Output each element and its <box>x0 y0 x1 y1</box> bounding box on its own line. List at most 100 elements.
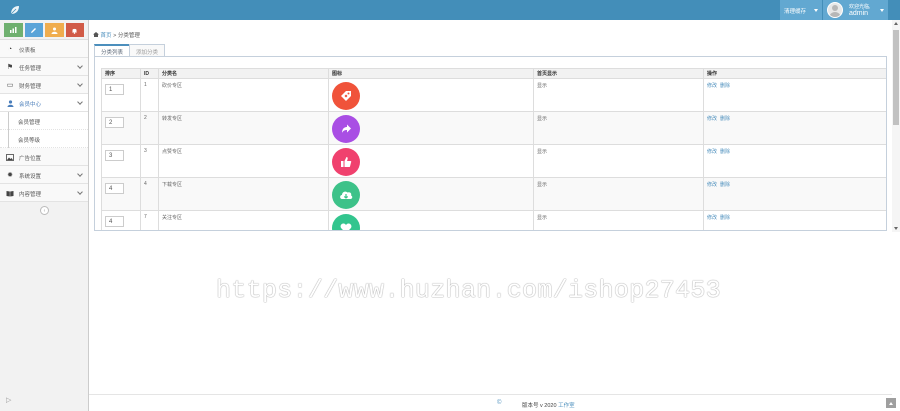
category-id: 1 <box>140 78 159 112</box>
sidebar-item-settings[interactable]: ✹ 系统设置 <box>0 166 88 184</box>
sidebar-item-label: 内容管理 <box>19 192 42 198</box>
category-id: 4 <box>140 177 159 211</box>
edit-link[interactable]: 修改 <box>707 83 717 89</box>
homepage-display: 显示 <box>533 111 704 145</box>
users-icon <box>51 27 58 34</box>
edit-link[interactable]: 修改 <box>707 116 717 122</box>
shortcut-users-button[interactable] <box>45 23 64 37</box>
table-row: 4 4 下载专区 显示 修改 删除 <box>101 177 886 211</box>
delete-link[interactable]: 删除 <box>720 83 730 89</box>
category-name: 砍价专区 <box>158 78 329 112</box>
watermark-text: https://www.huzhan.com/ishop27453 <box>216 276 721 305</box>
sidebar-item-finance[interactable]: ▭ 财务管理 <box>0 76 88 94</box>
category-id: 2 <box>140 111 159 145</box>
user-icon <box>6 99 14 107</box>
edit-link[interactable]: 修改 <box>707 149 717 155</box>
sidebar-item-label: 仪表板 <box>19 48 36 54</box>
avatar <box>827 2 843 18</box>
homepage-display: 显示 <box>533 177 704 211</box>
sidebar-collapse-button[interactable]: ‹ <box>40 206 49 215</box>
wallet-icon: ▭ <box>6 82 14 89</box>
table-row: 1 1 砍价专区 显示 修改 删除 <box>101 78 886 112</box>
scroll-down-icon[interactable] <box>894 227 898 230</box>
back-to-top-button[interactable] <box>886 398 896 408</box>
sidebar-subitem-member-level[interactable]: 会员等级 <box>0 130 88 148</box>
caret-down-icon <box>814 9 818 12</box>
delete-link[interactable]: 删除 <box>720 215 730 221</box>
edit-link[interactable]: 修改 <box>707 215 717 221</box>
delete-link[interactable]: 删除 <box>720 149 730 155</box>
dashboard-icon: ◔ <box>7 45 13 53</box>
delete-link[interactable]: 删除 <box>720 116 730 122</box>
category-id: 7 <box>140 210 159 230</box>
homepage-display: 显示 <box>533 210 704 230</box>
sidebar-item-label: 系统设置 <box>19 174 42 180</box>
footer: © 版本号 v 2020 工作室 <box>89 394 892 411</box>
category-name: 转发专区 <box>158 111 329 145</box>
chevron-down-icon <box>77 189 83 195</box>
gear-icon: ✹ <box>7 172 13 179</box>
shortcut-edit-button[interactable] <box>24 23 43 37</box>
column-header[interactable]: 排序 <box>101 68 141 79</box>
vertical-scrollbar[interactable] <box>892 20 900 232</box>
sidebar-item-label: 任务管理 <box>19 66 42 72</box>
breadcrumb-current: 分类管理 <box>117 33 140 39</box>
column-header[interactable]: ID <box>140 68 159 79</box>
flag-icon: ⚑ <box>6 64 14 71</box>
username: admin <box>849 10 869 17</box>
sidebar-subitem-label: 会员等级 <box>18 138 41 144</box>
column-header[interactable]: 分类名 <box>158 68 329 79</box>
sort-input[interactable]: 4 <box>105 183 124 194</box>
breadcrumb: 首页 > 分类管理 <box>93 31 140 39</box>
sidebar-item-ads[interactable]: 广告位置 <box>0 148 88 166</box>
scroll-up-icon[interactable] <box>894 22 898 25</box>
homepage-display: 显示 <box>533 144 704 178</box>
user-menu[interactable]: 欢迎光临, admin <box>823 0 888 20</box>
pencil-icon <box>31 27 37 33</box>
shortcut-stats-button[interactable] <box>4 23 23 37</box>
clear-cache-label: 清理缓存 <box>784 9 807 15</box>
breadcrumb-separator: > <box>113 33 117 39</box>
sidebar-item-dashboard[interactable]: ◔ 仪表板 <box>0 40 88 58</box>
leaf-logo-icon[interactable] <box>10 5 20 15</box>
welcome-text: 欢迎光临, <box>849 4 871 10</box>
sidebar-item-tasks[interactable]: ⚑ 任务管理 <box>0 58 88 76</box>
bell-icon <box>72 28 78 34</box>
sort-input[interactable]: 2 <box>105 117 124 128</box>
chevron-down-icon <box>77 99 83 105</box>
sidebar-item-members[interactable]: 会员中心 <box>0 94 88 112</box>
book-icon <box>6 189 14 197</box>
heart-icon <box>332 214 360 230</box>
breadcrumb-home-link[interactable]: 首页 <box>93 32 113 39</box>
table-row: 4 7 关注专区 显示 修改 删除 <box>101 210 886 230</box>
picture-icon <box>6 153 14 161</box>
chevron-down-icon <box>77 81 83 87</box>
edit-link[interactable]: 修改 <box>707 182 717 188</box>
chevron-left-icon: ‹ <box>43 207 46 214</box>
sort-input[interactable]: 3 <box>105 150 124 161</box>
sidebar-item-content[interactable]: 内容管理 <box>0 184 88 202</box>
sort-input[interactable]: 4 <box>105 216 124 227</box>
chevron-down-icon <box>77 171 83 177</box>
category-name: 下载专区 <box>158 177 329 211</box>
studio-link[interactable]: 工作室 <box>558 403 575 409</box>
sidebar-subitem-member-manage[interactable]: 会员管理 <box>0 112 88 130</box>
table-row: 2 2 转发专区 显示 修改 删除 <box>101 111 886 145</box>
price-tag-icon <box>332 82 360 110</box>
expand-arrow-icon[interactable]: ▷ <box>6 396 11 404</box>
category-name: 点赞专区 <box>158 144 329 178</box>
home-icon <box>93 32 99 37</box>
tab-content: 排序 ID 分类名 图标 首页显示 操作 1 1 砍价专区 显示 修改 删除 2… <box>94 56 887 231</box>
category-table: 排序 ID 分类名 图标 首页显示 操作 1 1 砍价专区 显示 修改 删除 2… <box>101 68 886 230</box>
sort-input[interactable]: 1 <box>105 84 124 95</box>
sidebar: ◔ 仪表板 ⚑ 任务管理 ▭ 财务管理 会员中心 会员管理 会员等级 广告位置 … <box>0 20 89 411</box>
delete-link[interactable]: 删除 <box>720 182 730 188</box>
thumbs-up-icon <box>332 148 360 176</box>
cloud-download-icon <box>332 181 360 209</box>
scrollbar-thumb[interactable] <box>893 30 899 125</box>
shortcut-bar <box>0 20 88 40</box>
signal-icon <box>9 27 17 33</box>
sidebar-subitem-label: 会员管理 <box>18 120 41 126</box>
shortcut-settings-button[interactable] <box>65 23 84 37</box>
clear-cache-button[interactable]: 清理缓存 <box>780 0 822 20</box>
